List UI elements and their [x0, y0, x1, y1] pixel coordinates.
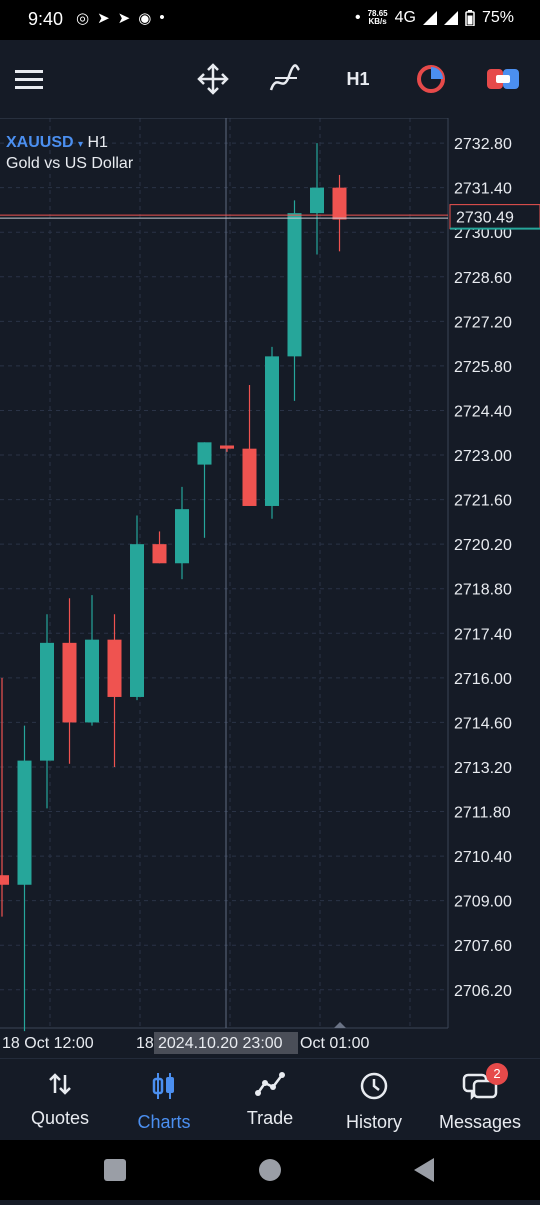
messenger-icon: ◉	[138, 10, 152, 27]
current-price-label: 2730.49	[456, 210, 514, 227]
time-tick-label: Oct 01:00	[300, 1035, 369, 1052]
system-status: • 78.65 KB/s 4G 75%	[355, 9, 514, 27]
candle-body	[310, 187, 324, 214]
price-tick-label: 2714.60	[454, 715, 512, 732]
system-navigation-bar	[0, 1140, 540, 1200]
candle-body	[17, 760, 32, 885]
net-speed-unit: KB/s	[368, 17, 387, 26]
dot-icon: •	[354, 9, 361, 26]
crosshair-move-icon	[197, 63, 229, 95]
symbol-timeframe: H1	[87, 134, 108, 151]
trade-button[interactable]	[486, 60, 520, 98]
home-icon[interactable]	[259, 1159, 281, 1181]
chart-area[interactable]: 2732.80 2731.40 2730.00 2728.60 2727.20 2725.…	[0, 118, 540, 1058]
history-icon	[360, 1072, 388, 1100]
signal-icon	[443, 11, 458, 25]
symbol-label[interactable]: XAUUSD ▾ H1	[6, 134, 108, 152]
candlestick-chart[interactable]: 2732.802731.402730.002728.602727.202725.…	[0, 118, 540, 1058]
candle-body	[130, 544, 144, 697]
chart-type-button[interactable]	[414, 60, 448, 98]
dot-icon: •	[159, 9, 165, 26]
indicators-button[interactable]	[268, 60, 302, 98]
nav-trade[interactable]: Trade	[220, 1071, 320, 1129]
crosshair-button[interactable]	[196, 60, 230, 98]
price-tick-label: 2731.40	[454, 181, 512, 198]
candle-body	[265, 356, 279, 506]
trade-icon	[487, 69, 519, 89]
scroll-marker-icon	[334, 1022, 346, 1028]
battery-icon	[465, 10, 475, 26]
price-tick-label: 2725.80	[454, 359, 512, 376]
candle-body	[107, 639, 122, 697]
nav-label: Trade	[246, 1108, 294, 1128]
price-tick-label: 2710.40	[454, 849, 512, 866]
price-tick-label: 2711.80	[454, 805, 511, 822]
back-icon[interactable]	[414, 1158, 434, 1182]
chart-toolbar: H1	[0, 40, 540, 118]
status-bar: 9:40 ◎ ➤ ➤ ◉ • • 78.65 KB/s 4G 75%	[0, 0, 540, 40]
candle-body	[242, 448, 257, 506]
price-tick-label: 2724.40	[454, 403, 512, 420]
nav-history[interactable]: History	[324, 1071, 424, 1133]
chart-type-icon	[417, 65, 445, 93]
timeframe-button[interactable]: H1	[340, 60, 376, 98]
candle-body	[220, 445, 234, 449]
net-speed: 78.65 KB/s	[368, 10, 388, 26]
nav-label: Messages	[438, 1112, 522, 1132]
candle-body	[0, 875, 9, 885]
price-tick-label: 2727.20	[454, 314, 512, 331]
candle-body	[287, 213, 302, 357]
price-tick-label: 2732.80	[454, 136, 512, 153]
bottom-navigation: Quotes Charts Trade History 2 Messages	[0, 1058, 540, 1141]
candle-body	[197, 442, 212, 465]
price-tick-label: 2728.60	[454, 270, 512, 287]
trade-chart-icon	[255, 1072, 285, 1096]
menu-icon	[15, 70, 43, 89]
signal-icon	[422, 11, 437, 25]
candle-body	[40, 642, 54, 761]
price-tick-label: 2707.60	[454, 938, 512, 955]
candle-body	[175, 509, 189, 564]
network-type: 4G	[394, 9, 416, 26]
candle-body	[62, 642, 77, 723]
charts-icon	[152, 1073, 174, 1099]
price-tick-label: 2717.40	[454, 626, 512, 643]
telegram-icon: ➤	[97, 10, 110, 27]
price-tick-label: 2721.60	[454, 493, 512, 510]
recent-apps-icon[interactable]	[104, 1159, 126, 1181]
price-tick-label: 2716.00	[454, 671, 512, 688]
whatsapp-icon: ◎	[76, 10, 90, 27]
price-tick-label: 2713.20	[454, 760, 512, 777]
clock: 9:40	[28, 9, 64, 29]
price-tick-label: 2718.80	[454, 582, 512, 599]
nav-messages[interactable]: 2 Messages	[430, 1063, 530, 1133]
candle-body	[152, 544, 167, 564]
crosshair-time-label: 2024.10.20 23:00	[158, 1035, 283, 1052]
time-tick-label: 18 Oct 12:00	[2, 1035, 94, 1052]
indicators-icon	[269, 64, 301, 91]
symbol-description: Gold vs US Dollar	[6, 155, 134, 172]
candle-body	[85, 639, 99, 723]
telegram-icon: ➤	[117, 10, 131, 27]
price-tick-label: 2709.00	[454, 894, 512, 911]
nav-quotes[interactable]: Quotes	[10, 1071, 110, 1129]
symbol-name[interactable]: XAUUSD	[6, 134, 74, 151]
nav-label: Charts	[137, 1112, 191, 1132]
symbol-dropdown-icon[interactable]: ▾	[78, 139, 83, 150]
quotes-icon	[49, 1073, 71, 1095]
notification-icons: ◎ ➤ ➤ ◉ •	[76, 9, 165, 27]
nav-charts[interactable]: Charts	[114, 1071, 214, 1133]
nav-label: Quotes	[30, 1108, 90, 1128]
messages-badge: 2	[486, 1063, 508, 1085]
price-tick-label: 2723.00	[454, 448, 512, 465]
menu-button[interactable]	[14, 60, 44, 98]
price-tick-label: 2720.20	[454, 537, 512, 554]
time-tick-label: 18	[136, 1035, 154, 1052]
battery-level: 75%	[481, 9, 514, 26]
nav-label: History	[345, 1112, 402, 1132]
price-tick-label: 2706.20	[454, 983, 512, 1000]
